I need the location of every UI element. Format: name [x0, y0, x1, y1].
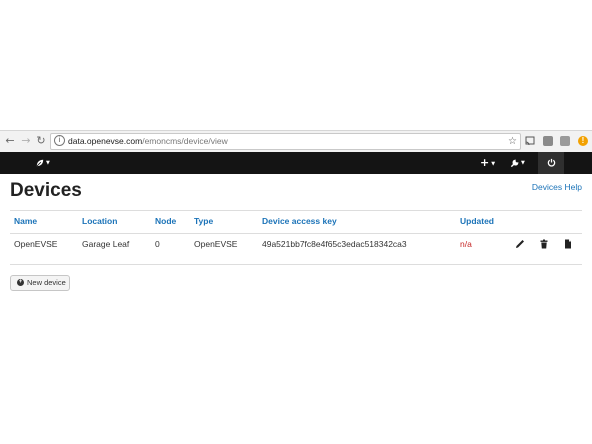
extension-icon[interactable]	[560, 136, 570, 146]
plus-icon: +	[480, 156, 490, 169]
back-arrow-icon[interactable]: ←	[4, 133, 16, 149]
header-name[interactable]: Name	[14, 211, 37, 231]
cell-name: OpenEVSE	[14, 239, 58, 249]
table-header: Name Location Node Type Device access ke…	[10, 211, 582, 234]
wrench-icon	[510, 158, 519, 167]
leaf-icon	[36, 159, 44, 167]
page-title: Devices	[10, 180, 82, 201]
forward-arrow-icon[interactable]: →	[20, 133, 32, 149]
new-device-label: New device	[27, 278, 66, 287]
header-updated[interactable]: Updated	[460, 211, 494, 231]
new-device-button[interactable]: + New device	[10, 275, 70, 291]
caret-icon: ▼	[46, 160, 50, 166]
extension-icon[interactable]	[543, 136, 553, 146]
header-node[interactable]: Node	[155, 211, 176, 231]
cell-type: OpenEVSE	[194, 239, 238, 249]
reload-icon[interactable]: ↻	[35, 133, 47, 149]
url-text[interactable]: data.openevse.com/emoncms/device/view	[68, 135, 228, 148]
cast-icon[interactable]	[525, 136, 535, 146]
url-host: data.openevse.com	[68, 136, 143, 146]
url-path: /emoncms/device/view	[142, 136, 228, 146]
header-type[interactable]: Type	[194, 211, 213, 231]
url-field[interactable]: i data.openevse.com/emoncms/device/view …	[50, 133, 521, 150]
app-navbar: ▼ + ▼ ▼	[0, 152, 592, 174]
cell-device-access-key: 49a521bb7fc8e4f65c3edac518342ca3	[262, 239, 407, 249]
logo-menu[interactable]: ▼	[36, 152, 54, 174]
header-location[interactable]: Location	[82, 211, 117, 231]
table-row: OpenEVSE Garage Leaf 0 OpenEVSE 49a521bb…	[10, 234, 582, 265]
edit-pencil-icon[interactable]	[513, 238, 527, 250]
header-device-access-key[interactable]: Device access key	[262, 211, 337, 231]
cell-updated: n/a	[460, 239, 472, 249]
devices-table: Name Location Node Type Device access ke…	[10, 210, 582, 265]
cell-node: 0	[155, 239, 160, 249]
devices-help-link[interactable]: Devices Help	[532, 182, 582, 192]
logout-button[interactable]	[538, 152, 564, 174]
alert-icon[interactable]: !	[578, 136, 588, 146]
info-icon[interactable]: i	[54, 135, 65, 146]
tools-menu[interactable]: ▼	[510, 152, 532, 174]
caret-icon: ▼	[491, 160, 496, 167]
add-menu[interactable]: + ▼	[480, 152, 500, 174]
browser-address-bar: ← → ↻ i data.openevse.com/emoncms/device…	[0, 130, 592, 152]
bookmark-star-icon[interactable]: ☆	[508, 134, 517, 149]
power-icon	[547, 158, 555, 167]
cell-location: Garage Leaf	[82, 239, 130, 249]
plus-circle-icon: +	[17, 279, 24, 286]
file-icon[interactable]	[561, 238, 575, 250]
delete-trash-icon[interactable]	[537, 238, 551, 250]
caret-icon: ▼	[521, 160, 525, 166]
